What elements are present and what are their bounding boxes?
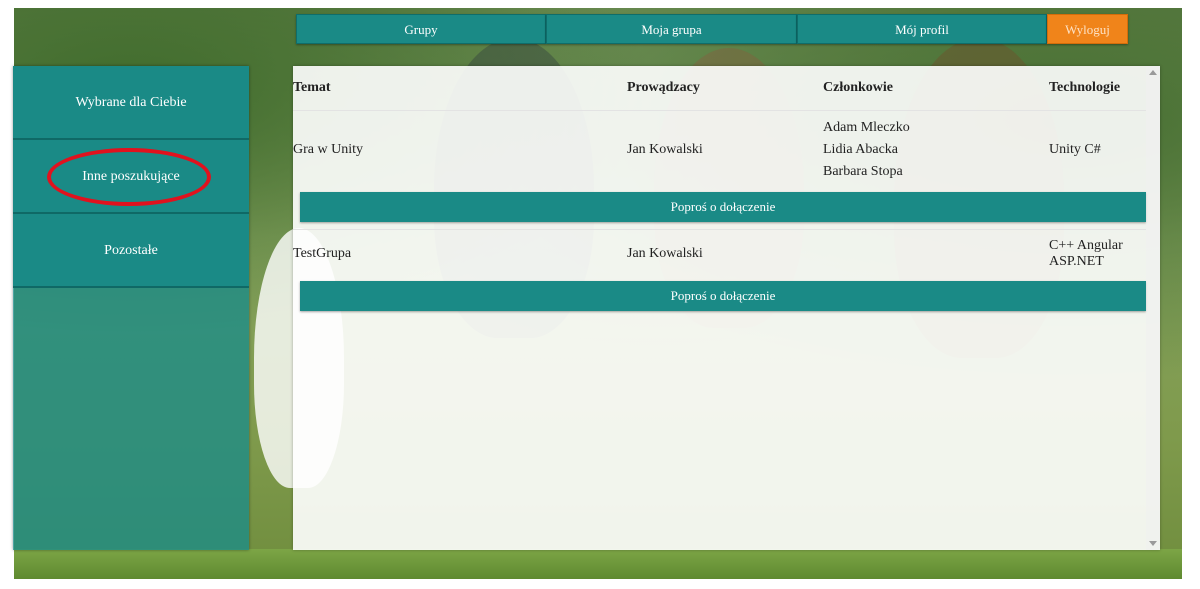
cell-temat: TestGrupa: [293, 229, 627, 278]
cell-members: [823, 229, 1049, 278]
join-cell: Poproś o dołączenie: [293, 278, 1146, 318]
nav-moja-grupa-button[interactable]: Moja grupa: [546, 14, 797, 44]
sidebar-item-wybrane[interactable]: Wybrane dla Ciebie: [13, 66, 249, 140]
table-row: Gra w Unity Jan Kowalski Adam Mleczko Li…: [293, 111, 1146, 190]
scroll-down-arrow-icon[interactable]: [1149, 541, 1157, 546]
cell-technologie: Unity C#: [1049, 142, 1101, 157]
join-cell: Poproś o dołączenie: [293, 189, 1146, 230]
member-name: Lidia Abacka: [823, 142, 899, 157]
member-name: Barbara Stopa: [823, 164, 903, 179]
groups-panel: Temat Prowądzacy Członkowie Technologie …: [293, 66, 1160, 550]
groups-table: Temat Prowądzacy Członkowie Technologie …: [293, 66, 1146, 318]
scroll-up-arrow-icon[interactable]: [1149, 70, 1157, 75]
logout-button[interactable]: Wyloguj: [1047, 14, 1128, 44]
join-row: Poproś o dołączenie: [293, 189, 1146, 230]
join-request-button[interactable]: Poproś o dołączenie: [300, 192, 1146, 222]
sidebar-item-pozostale[interactable]: Pozostałe: [13, 214, 249, 288]
join-row: Poproś o dołączenie: [293, 278, 1146, 318]
top-navigation: Grupy Moja grupa Mój profil Wyloguj: [296, 14, 1168, 44]
cell-temat: Gra w Unity: [293, 142, 363, 157]
cell-technologie: C++ Angular ASP.NET: [1049, 229, 1146, 278]
header-temat: Temat: [293, 66, 627, 111]
header-czlonkowie: Członkowie: [823, 66, 1049, 111]
table-row: TestGrupa Jan Kowalski C++ Angular ASP.N…: [293, 229, 1146, 278]
cell-prowadzacy: Jan Kowalski: [627, 229, 823, 278]
table-header-row: Temat Prowądzacy Członkowie Technologie: [293, 66, 1146, 111]
nav-moj-profil-button[interactable]: Mój profil: [797, 14, 1047, 44]
sidebar-item-inne-poszukujace[interactable]: Inne poszukujące: [13, 140, 249, 214]
cell-prowadzacy: Jan Kowalski: [627, 142, 703, 157]
member-name: Adam Mleczko: [823, 120, 910, 135]
header-prowadzacy: Prowądzacy: [627, 66, 823, 111]
cell-members: Adam Mleczko Lidia Abacka Barbara Stopa: [823, 111, 1049, 190]
sidebar: Wybrane dla Ciebie Inne poszukujące Pozo…: [13, 66, 249, 550]
join-request-button[interactable]: Poproś o dołączenie: [300, 281, 1146, 311]
grass: [14, 549, 1182, 579]
nav-grupy-button[interactable]: Grupy: [296, 14, 546, 44]
header-technologie: Technologie: [1049, 66, 1146, 111]
vertical-scrollbar[interactable]: [1146, 66, 1160, 550]
